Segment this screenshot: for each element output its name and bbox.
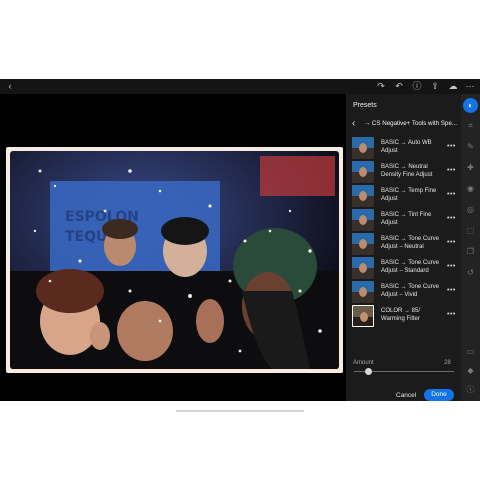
more-options-icon[interactable]: •••: [447, 287, 456, 294]
share-icon[interactable]: ⇪: [429, 80, 441, 92]
more-options-icon[interactable]: •••: [447, 215, 456, 222]
more-options-icon[interactable]: •••: [447, 311, 456, 318]
edit-icon[interactable]: ✎: [465, 141, 476, 152]
preset-label: BASIC → Tone Curve Adjust – Vivid: [381, 284, 439, 298]
preset-item-selected[interactable]: COLOR → 85/ Warming Filter •••: [352, 305, 460, 327]
preset-thumbnail: [352, 281, 374, 303]
chevron-left-icon[interactable]: ‹: [4, 80, 16, 92]
preset-item[interactable]: BASIC → Tone Curve Adjust – Neutral •••: [352, 233, 460, 255]
home-indicator[interactable]: [176, 410, 304, 412]
comment-icon[interactable]: ▭: [465, 346, 476, 357]
preset-thumbnail: [352, 233, 374, 255]
photo-image: ESPOLON TEQUILA: [10, 151, 339, 369]
preset-label: BASIC → Neutral Density Fine Adjust: [381, 164, 433, 178]
amount-label: Amount: [353, 360, 374, 366]
lightroom-app: ‹ ↷ ↶ ⓘ ⇪ ☁ ⋯ ESPOLON TEQUILA Presets ‹ …: [0, 79, 480, 412]
crop-icon[interactable]: ⌗: [465, 120, 476, 131]
preset-label: BASIC → Temp Fine Adjust: [381, 188, 437, 202]
more-options-icon[interactable]: •••: [447, 191, 456, 198]
amount-value: 28: [444, 360, 451, 366]
undo-icon[interactable]: ↶: [393, 80, 405, 92]
tag-icon[interactable]: ◆: [465, 365, 476, 376]
preset-label: BASIC → Auto WB Adjust: [381, 140, 432, 154]
heal-icon[interactable]: ✚: [465, 162, 476, 173]
preset-thumbnail: [352, 209, 374, 231]
more-icon[interactable]: ⋯: [464, 80, 476, 92]
preset-item[interactable]: BASIC → Tone Curve Adjust – Standard •••: [352, 257, 460, 279]
panel-title: Presets: [353, 102, 377, 109]
chevron-left-icon[interactable]: ‹: [352, 118, 355, 129]
more-options-icon[interactable]: •••: [447, 263, 456, 270]
preset-group-name: → CS Negative+ Tools with Spe...: [364, 120, 457, 127]
history-icon[interactable]: ↺: [465, 267, 476, 278]
presets-icon[interactable]: ◐: [463, 98, 478, 113]
amount-slider-thumb[interactable]: [365, 368, 372, 375]
geometry-icon[interactable]: ⬚: [465, 225, 476, 236]
masking-icon[interactable]: ◉: [465, 183, 476, 194]
preset-label: BASIC → Tone Curve Adjust – Neutral: [381, 236, 439, 250]
done-button[interactable]: Done: [424, 389, 454, 401]
cloud-sync-icon[interactable]: ☁: [447, 80, 459, 92]
info-icon[interactable]: ⓘ: [465, 384, 476, 395]
photo-canvas[interactable]: ESPOLON TEQUILA: [0, 94, 346, 412]
party-photo-illustration: ESPOLON TEQUILA: [10, 151, 339, 369]
preset-item[interactable]: BASIC → Tint Fine Adjust •••: [352, 209, 460, 231]
help-icon[interactable]: ⓘ: [411, 80, 423, 92]
preset-item[interactable]: BASIC → Auto WB Adjust •••: [352, 137, 460, 159]
more-options-icon[interactable]: •••: [447, 143, 456, 150]
optics-icon[interactable]: ◎: [465, 204, 476, 215]
versions-icon[interactable]: ❐: [465, 246, 476, 257]
redo-icon[interactable]: ↷: [375, 80, 387, 92]
preset-thumbnail: [352, 161, 374, 183]
preset-thumbnail: [352, 137, 374, 159]
preset-label: COLOR → 85/ Warming Filter: [381, 308, 421, 322]
preset-thumbnail: [352, 305, 374, 327]
preset-label: BASIC → Tone Curve Adjust – Standard: [381, 260, 439, 274]
preset-item[interactable]: BASIC → Temp Fine Adjust •••: [352, 185, 460, 207]
preset-item[interactable]: BASIC → Neutral Density Fine Adjust •••: [352, 161, 460, 183]
photo-frame: ESPOLON TEQUILA: [6, 147, 343, 373]
presets-panel: Presets ‹ → CS Negative+ Tools with Spe.…: [346, 94, 461, 401]
preset-group-header[interactable]: ‹ → CS Negative+ Tools with Spe...: [352, 118, 460, 130]
preset-label: BASIC → Tint Fine Adjust: [381, 212, 432, 226]
preset-thumbnail: [352, 185, 374, 207]
preset-item[interactable]: BASIC → Tone Curve Adjust – Vivid •••: [352, 281, 460, 303]
top-toolbar: ‹ ↷ ↶ ⓘ ⇪ ☁ ⋯: [0, 79, 480, 94]
tool-rail: ◐ ⌗ ✎ ✚ ◉ ◎ ⬚ ❐ ↺ ▭ ◆ ⓘ: [461, 94, 480, 401]
cancel-button[interactable]: Cancel: [396, 392, 416, 399]
more-options-icon[interactable]: •••: [447, 167, 456, 174]
more-options-icon[interactable]: •••: [447, 239, 456, 246]
preset-thumbnail: [352, 257, 374, 279]
